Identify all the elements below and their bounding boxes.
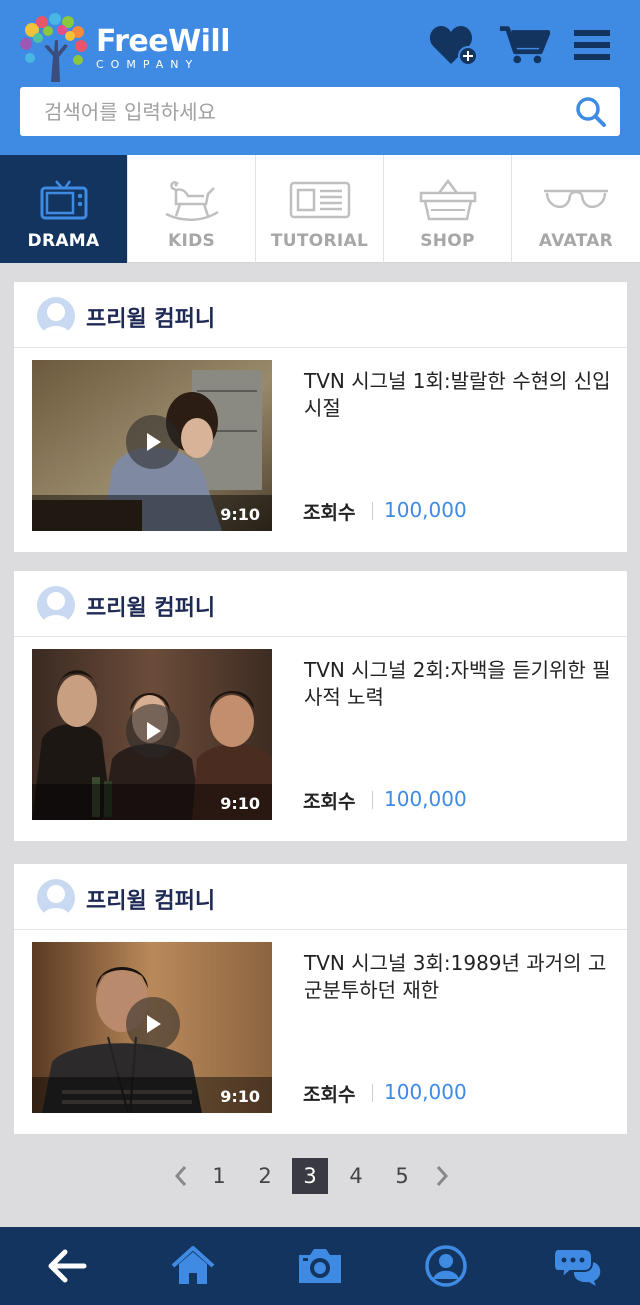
channel-avatar[interactable] — [37, 879, 75, 917]
brand-wordmark: FreeWill COMPANY — [96, 24, 231, 71]
channel-name[interactable]: 프리윌 컴퍼니 — [86, 590, 215, 622]
view-count: 100,000 — [384, 787, 467, 811]
brand-tagline: COMPANY — [96, 58, 200, 71]
play-button[interactable] — [126, 704, 180, 758]
video-duration: 9:10 — [220, 505, 260, 524]
pagination: 1 2 3 4 5 — [0, 1158, 640, 1196]
next-page-button[interactable] — [424, 1158, 460, 1194]
page-link[interactable]: 2 — [247, 1158, 283, 1194]
basket-icon — [419, 178, 476, 221]
tab-drama[interactable]: DRAMA — [0, 155, 128, 263]
video-duration: 9:10 — [220, 1087, 260, 1106]
views-label: 조회수 — [303, 1084, 356, 1106]
play-button[interactable] — [126, 415, 180, 469]
brand-name: FreeWill — [96, 24, 231, 59]
page-link[interactable]: 5 — [384, 1158, 420, 1194]
video-title[interactable]: TVN 시그널 1회:발랄한 수현의 신입시절 — [304, 368, 614, 422]
chat-button[interactable] — [548, 1241, 608, 1291]
back-arrow-icon — [48, 1249, 87, 1283]
newspaper-icon — [289, 181, 350, 219]
user-avatar-icon — [42, 592, 70, 624]
wishlist-button[interactable] — [428, 20, 480, 70]
chevron-left-icon — [174, 1166, 187, 1186]
bottom-navigation — [0, 1227, 640, 1305]
views-label: 조회수 — [303, 791, 356, 813]
card-header: 프리윌 컴퍼니 — [14, 864, 627, 930]
hamburger-menu-icon — [574, 30, 610, 60]
category-tabs: DRAMA KIDS TUTORIAL SHOP AVATAR — [0, 155, 640, 263]
page-link[interactable]: 1 — [201, 1158, 237, 1194]
profile-icon — [425, 1245, 467, 1287]
play-icon — [147, 1015, 161, 1033]
channel-name[interactable]: 프리윌 컴퍼니 — [86, 301, 215, 333]
prev-page-button[interactable] — [163, 1158, 199, 1194]
tab-label: TUTORIAL — [270, 231, 369, 251]
tab-tutorial[interactable]: TUTORIAL — [256, 155, 384, 263]
play-button[interactable] — [126, 997, 180, 1051]
profile-button[interactable] — [416, 1241, 476, 1291]
search-bar — [20, 87, 620, 136]
video-title[interactable]: TVN 시그널 3회:1989년 과거의 고군분투하던 재한 — [304, 950, 614, 1004]
video-thumbnail[interactable]: 9:10 — [32, 649, 272, 820]
view-count: 100,000 — [384, 498, 467, 522]
play-icon — [147, 433, 161, 451]
tree-logo-icon — [20, 13, 87, 82]
divider — [372, 1084, 373, 1102]
video-card: 프리윌 컴퍼니 9:10 TVN 시그널 2회:자백을 듣기위한 필사적 노력 … — [14, 571, 627, 841]
rocking-horse-icon — [164, 181, 219, 221]
brand-logo[interactable]: FreeWill COMPANY — [18, 12, 231, 84]
tab-shop[interactable]: SHOP — [384, 155, 512, 263]
user-avatar-icon — [42, 885, 70, 917]
video-thumbnail[interactable]: 9:10 — [32, 942, 272, 1113]
video-title[interactable]: TVN 시그널 2회:자백을 듣기위한 필사적 노력 — [304, 657, 614, 711]
camera-icon — [299, 1249, 341, 1283]
home-button[interactable] — [163, 1241, 223, 1291]
glasses-icon — [544, 189, 608, 208]
views-label: 조회수 — [303, 502, 356, 524]
camera-button[interactable] — [290, 1241, 350, 1291]
heart-add-icon — [429, 26, 478, 66]
tab-kids[interactable]: KIDS — [128, 155, 256, 263]
divider — [372, 502, 373, 520]
back-button[interactable] — [37, 1241, 97, 1291]
video-duration: 9:10 — [220, 794, 260, 813]
channel-name[interactable]: 프리윌 컴퍼니 — [86, 883, 215, 915]
app-header: FreeWill COMPANY — [0, 0, 640, 155]
video-card: 프리윌 컴퍼니 9:10 TVN 시그널 3회:1989년 과거의 고군분투하던… — [14, 864, 627, 1134]
home-icon — [171, 1246, 215, 1284]
video-thumbnail[interactable]: 9:10 — [32, 360, 272, 531]
tab-label: SHOP — [420, 231, 475, 251]
tab-label: DRAMA — [27, 231, 100, 251]
menu-button[interactable] — [566, 20, 618, 70]
cart-icon — [499, 26, 550, 64]
channel-avatar[interactable] — [37, 297, 75, 335]
page-link-current[interactable]: 3 — [292, 1158, 328, 1194]
card-header: 프리윌 컴퍼니 — [14, 571, 627, 637]
play-icon — [147, 722, 161, 740]
page-link[interactable]: 4 — [338, 1158, 374, 1194]
video-card: 프리윌 컴퍼니 9:10 TVN 시그널 1회:발랄한 수현의 신입시절 조회수… — [14, 282, 627, 552]
tab-label: AVATAR — [538, 231, 614, 251]
search-icon — [576, 97, 606, 127]
tab-avatar[interactable]: AVATAR — [512, 155, 640, 263]
channel-avatar[interactable] — [37, 586, 75, 624]
search-button[interactable] — [572, 93, 610, 131]
card-header: 프리윌 컴퍼니 — [14, 282, 627, 348]
chevron-right-icon — [436, 1166, 449, 1186]
cart-button[interactable] — [498, 20, 550, 70]
divider — [372, 791, 373, 809]
view-count: 100,000 — [384, 1080, 467, 1104]
user-avatar-icon — [42, 303, 70, 335]
chat-icon — [554, 1248, 601, 1286]
search-input[interactable] — [20, 87, 560, 136]
tv-icon — [40, 180, 87, 220]
tab-label: KIDS — [167, 231, 216, 251]
